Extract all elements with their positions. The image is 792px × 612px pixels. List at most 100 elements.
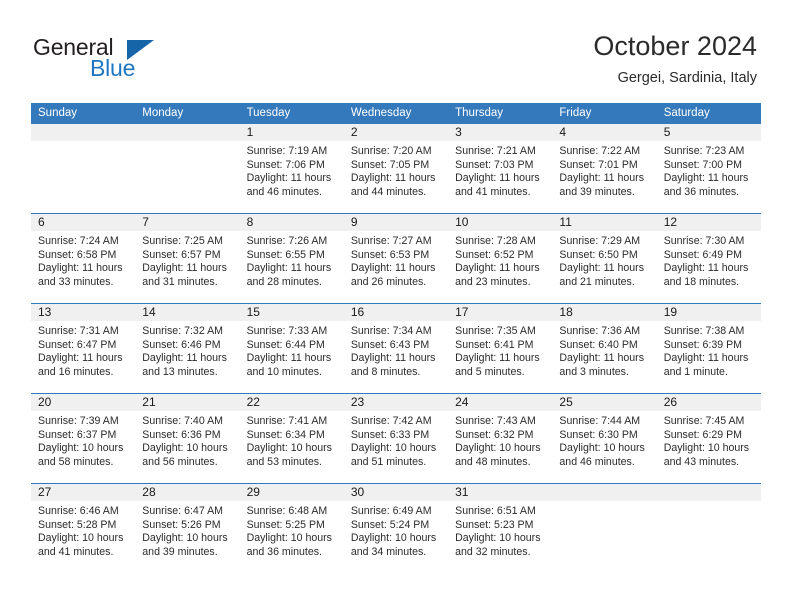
daylight-text-line2: and 1 minute.: [663, 365, 728, 378]
calendar-day-cell[interactable]: 9 Sunrise: 7:27 AM Sunset: 6:53 PM Daylight…: [343, 214, 449, 303]
general-blue-logo[interactable]: General Blue: [33, 34, 213, 86]
calendar-day-cell[interactable]: 18 Sunrise: 7:36 AM Sunset: 6:40 PM Dayligh…: [552, 304, 657, 393]
sunrise-text: Sunrise: 7:44 AM: [559, 415, 641, 427]
day-info: Sunrise: 7:26 AM Sunset: 6:55 PM Daylight:…: [240, 231, 344, 289]
sunset-text: Sunset: 7:06 PM: [246, 158, 325, 171]
sunrise-text: Sunrise: 7:45 AM: [663, 415, 745, 427]
day-info: Sunrise: 7:32 AM Sunset: 6:46 PM Daylight:…: [135, 321, 239, 379]
calendar-day-cell[interactable]: 25 Sunrise: 7:44 AM Sunset: 6:30 PM Dayligh…: [552, 394, 657, 483]
daylight-text-line1: Daylight: 11 hours: [559, 172, 645, 185]
daylight-text-line1: Daylight: 10 hours: [350, 532, 437, 545]
day-info: Sunrise: 6:49 AM Sunset: 5:24 PM Daylight:…: [344, 501, 448, 559]
logo-text-blue: Blue: [90, 55, 136, 81]
calendar-day-cell[interactable]: 21 Sunrise: 7:40 AM Sunset: 6:36 PM Dayligh…: [135, 394, 240, 483]
calendar-day-cell[interactable]: 24 Sunrise: 7:43 AM Sunset: 6:32 PM Dayligh…: [448, 394, 553, 483]
daylight-text-line1: Daylight: 11 hours: [350, 172, 436, 185]
day-number: 8: [246, 215, 254, 229]
day-number-band: 27: [31, 484, 136, 501]
day-info: Sunrise: 7:34 AM Sunset: 6:43 PM Daylight:…: [344, 321, 448, 379]
daylight-text-line1: Daylight: 11 hours: [559, 262, 645, 275]
sunrise-text: Sunrise: 6:46 AM: [38, 505, 119, 517]
daylight-text-line2: and 39 minutes.: [142, 545, 218, 558]
calendar-day-cell[interactable]: 20 Sunrise: 7:39 AM Sunset: 6:37 PM Dayligh…: [31, 394, 136, 483]
calendar-day-cell[interactable]: 23 Sunrise: 7:42 AM Sunset: 6:33 PM Dayligh…: [343, 394, 449, 483]
sunrise-text: Sunrise: 7:26 AM: [246, 235, 328, 247]
sunset-text: Sunset: 5:24 PM: [350, 518, 430, 531]
weekday-header-row: Sunday Monday Tuesday Wednesday Thursday…: [31, 103, 761, 124]
calendar-day-cell[interactable]: 17 Sunrise: 7:35 AM Sunset: 6:41 PM Dayligh…: [448, 304, 553, 393]
daylight-text-line1: Daylight: 11 hours: [246, 352, 332, 365]
day-info: Sunrise: 7:20 AM Sunset: 7:05 PM Daylight:…: [344, 141, 448, 199]
calendar-day-cell[interactable]: 11 Sunrise: 7:29 AM Sunset: 6:50 PM Dayligh…: [552, 214, 657, 303]
day-number-band: 15: [239, 304, 344, 321]
calendar-day-cell[interactable]: 13 Sunrise: 7:31 AM Sunset: 6:47 PM Dayligh…: [31, 304, 136, 393]
sunrise-text: Sunrise: 6:49 AM: [350, 505, 432, 517]
sunrise-text: Sunrise: 7:34 AM: [350, 325, 432, 337]
calendar-day-cell[interactable]: 27 Sunrise: 6:46 AM Sunset: 5:28 PM Dayligh…: [31, 484, 136, 573]
calendar-day-cell[interactable]: 5 Sunrise: 7:23 AM Sunset: 7:00 PM Daylight…: [656, 124, 761, 213]
sunset-text: Sunset: 6:49 PM: [663, 248, 743, 261]
daylight-text-line1: Daylight: 11 hours: [455, 352, 540, 365]
day-number: 15: [246, 305, 260, 319]
day-number-band: 25: [552, 394, 657, 411]
day-number-band: 2: [343, 124, 449, 141]
day-number-band: 19: [656, 304, 761, 321]
day-info: Sunrise: 7:36 AM Sunset: 6:40 PM Daylight:…: [552, 321, 656, 379]
calendar-day-cell[interactable]: 10 Sunrise: 7:28 AM Sunset: 6:52 PM Dayligh…: [448, 214, 553, 303]
day-number-band: 10: [448, 214, 553, 231]
daylight-text-line1: Daylight: 11 hours: [350, 352, 436, 365]
page-header: General Blue October 2024 Gergei, Sardin…: [0, 0, 792, 96]
daylight-text-line1: Daylight: 10 hours: [559, 442, 645, 455]
calendar-day-cell[interactable]: 16 Sunrise: 7:34 AM Sunset: 6:43 PM Dayligh…: [343, 304, 449, 393]
sunset-text: Sunset: 5:25 PM: [246, 518, 325, 531]
calendar-day-cell[interactable]: 8 Sunrise: 7:26 AM Sunset: 6:55 PM Daylight…: [239, 214, 344, 303]
daylight-text-line1: Daylight: 11 hours: [246, 172, 332, 185]
calendar-day-cell[interactable]: 26 Sunrise: 7:45 AM Sunset: 6:29 PM Dayligh…: [656, 394, 761, 483]
sunrise-text: Sunrise: 7:31 AM: [38, 325, 119, 337]
day-number-band: 14: [135, 304, 240, 321]
calendar-week-row: 13 Sunrise: 7:31 AM Sunset: 6:47 PM Dayligh…: [31, 303, 761, 393]
calendar-day-cell[interactable]: 14 Sunrise: 7:32 AM Sunset: 6:46 PM Dayligh…: [135, 304, 240, 393]
calendar-day-cell[interactable]: 28 Sunrise: 6:47 AM Sunset: 5:26 PM Dayligh…: [135, 484, 240, 573]
weekday-header-saturday: Saturday: [663, 107, 710, 119]
day-number-band: 20: [31, 394, 136, 411]
day-number: 20: [38, 395, 52, 409]
daylight-text-line1: Daylight: 11 hours: [455, 262, 540, 275]
daylight-text-line1: Daylight: 11 hours: [663, 262, 749, 275]
day-number-band: 1: [239, 124, 344, 141]
calendar-day-cell[interactable]: 29 Sunrise: 6:48 AM Sunset: 5:25 PM Dayligh…: [239, 484, 344, 573]
sunrise-text: Sunrise: 7:19 AM: [246, 145, 328, 157]
calendar-day-cell[interactable]: 7 Sunrise: 7:25 AM Sunset: 6:57 PM Daylight…: [135, 214, 240, 303]
sunset-text: Sunset: 6:47 PM: [38, 338, 117, 351]
sunset-text: Sunset: 6:55 PM: [246, 248, 325, 261]
day-number-band: 12: [656, 214, 761, 231]
sunset-text: Sunset: 6:37 PM: [38, 428, 117, 441]
daylight-text-line2: and 18 minutes.: [663, 275, 740, 288]
day-number: 2: [350, 125, 358, 139]
calendar-day-cell[interactable]: 19 Sunrise: 7:38 AM Sunset: 6:39 PM Dayligh…: [656, 304, 761, 393]
sunrise-text: Sunrise: 7:43 AM: [455, 415, 536, 427]
calendar-week-row: 1 Sunrise: 7:19 AM Sunset: 7:06 PM Daylight…: [31, 124, 761, 213]
calendar-day-cell[interactable]: 2 Sunrise: 7:20 AM Sunset: 7:05 PM Daylight…: [343, 124, 449, 213]
sunrise-text: Sunrise: 6:51 AM: [455, 505, 536, 517]
calendar-day-cell[interactable]: 15 Sunrise: 7:33 AM Sunset: 6:44 PM Dayligh…: [239, 304, 344, 393]
sunset-text: Sunset: 6:36 PM: [142, 428, 221, 441]
day-number-band: 17: [448, 304, 553, 321]
day-info: Sunrise: 7:22 AM Sunset: 7:01 PM Daylight:…: [552, 141, 656, 199]
daylight-text-line1: Daylight: 11 hours: [350, 262, 436, 275]
calendar-day-cell[interactable]: 1 Sunrise: 7:19 AM Sunset: 7:06 PM Daylight…: [239, 124, 344, 213]
calendar-day-cell[interactable]: 4 Sunrise: 7:22 AM Sunset: 7:01 PM Daylight…: [552, 124, 657, 213]
daylight-text-line1: Daylight: 10 hours: [455, 442, 541, 455]
calendar-day-cell[interactable]: 12 Sunrise: 7:30 AM Sunset: 6:49 PM Dayligh…: [656, 214, 761, 303]
day-number-band: 5: [656, 124, 761, 141]
daylight-text-line2: and 46 minutes.: [559, 455, 635, 468]
daylight-text-line2: and 51 minutes.: [350, 455, 427, 468]
calendar-day-cell[interactable]: 6 Sunrise: 7:24 AM Sunset: 6:58 PM Daylight…: [31, 214, 136, 303]
daylight-text-line2: and 33 minutes.: [38, 275, 114, 288]
calendar-day-cell[interactable]: 31 Sunrise: 6:51 AM Sunset: 5:23 PM Dayligh…: [448, 484, 553, 573]
calendar-day-cell[interactable]: 30 Sunrise: 6:49 AM Sunset: 5:24 PM Dayligh…: [343, 484, 449, 573]
day-number: 13: [38, 305, 52, 319]
calendar-day-cell[interactable]: 22 Sunrise: 7:41 AM Sunset: 6:34 PM Dayligh…: [239, 394, 344, 483]
weekday-header-monday: Monday: [142, 107, 184, 119]
calendar-day-cell[interactable]: 3 Sunrise: 7:21 AM Sunset: 7:03 PM Daylight…: [448, 124, 553, 213]
